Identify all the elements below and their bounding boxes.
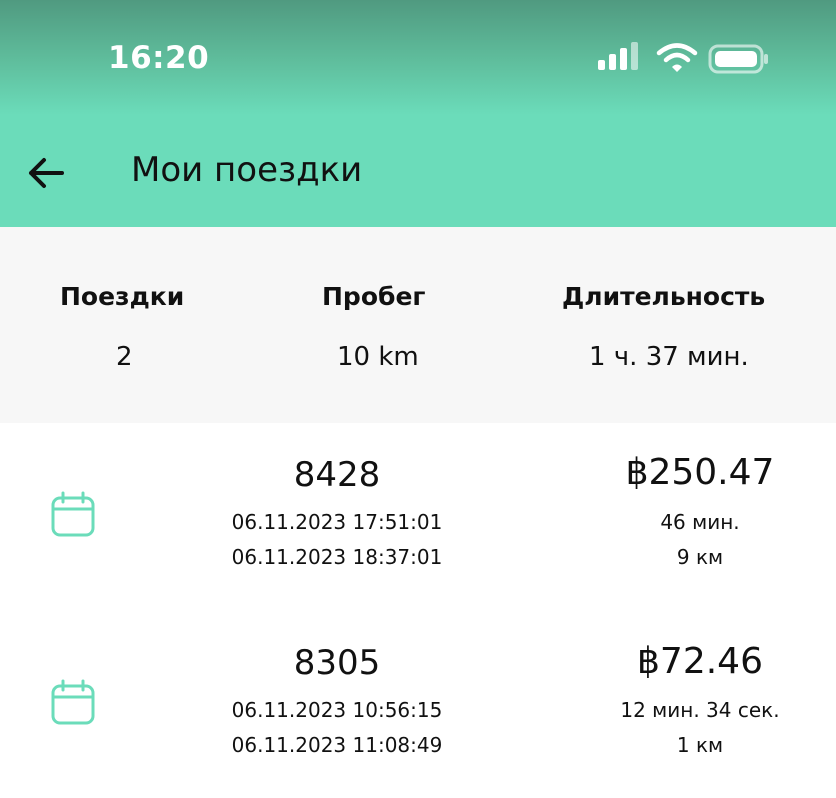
- app-header: 16:20 Мои поездки: [0, 0, 836, 227]
- arrow-left-icon: [29, 158, 64, 188]
- trip-id: 8305: [293, 643, 381, 683]
- trip-duration: 46 мин.: [660, 510, 740, 534]
- trip-end-time: 06.11.2023 18:37:01: [231, 545, 443, 569]
- status-icons: [596, 40, 776, 76]
- calendar-icon: [51, 491, 95, 537]
- trip-summary: Поездки 2 Пробег 10 km Длительность 1 ч.…: [0, 227, 836, 423]
- trip-distance: 1 км: [676, 733, 724, 757]
- calendar-icon: [51, 679, 95, 725]
- summary-duration-label: Длительность: [562, 282, 766, 311]
- page-title: Мои поездки: [131, 150, 363, 190]
- summary-trips-label: Поездки: [60, 282, 185, 311]
- trip-start-time: 06.11.2023 17:51:01: [231, 510, 443, 534]
- summary-trips-value: 2: [116, 342, 133, 372]
- trip-price: ฿72.46: [637, 641, 763, 682]
- signal-icon: [598, 42, 638, 70]
- trip-start-time: 06.11.2023 10:56:15: [231, 698, 443, 722]
- back-button[interactable]: [22, 152, 70, 194]
- summary-distance-label: Пробег: [322, 282, 426, 311]
- trip-duration: 12 мин. 34 сек.: [620, 698, 780, 722]
- status-time: 16:20: [108, 40, 210, 76]
- wifi-icon: [656, 43, 698, 72]
- trip-id: 8428: [293, 455, 381, 495]
- summary-duration-value: 1 ч. 37 мин.: [589, 342, 749, 372]
- trip-price: ฿250.47: [625, 452, 775, 493]
- trip-item[interactable]: 8428 06.11.2023 17:51:01 06.11.2023 18:3…: [0, 423, 836, 611]
- trip-distance: 9 км: [676, 545, 724, 569]
- summary-distance-value: 10 km: [337, 342, 419, 372]
- trip-end-time: 06.11.2023 11:08:49: [231, 733, 443, 757]
- battery-icon: [708, 44, 768, 74]
- trip-item[interactable]: 8305 06.11.2023 10:56:15 06.11.2023 11:0…: [0, 611, 836, 798]
